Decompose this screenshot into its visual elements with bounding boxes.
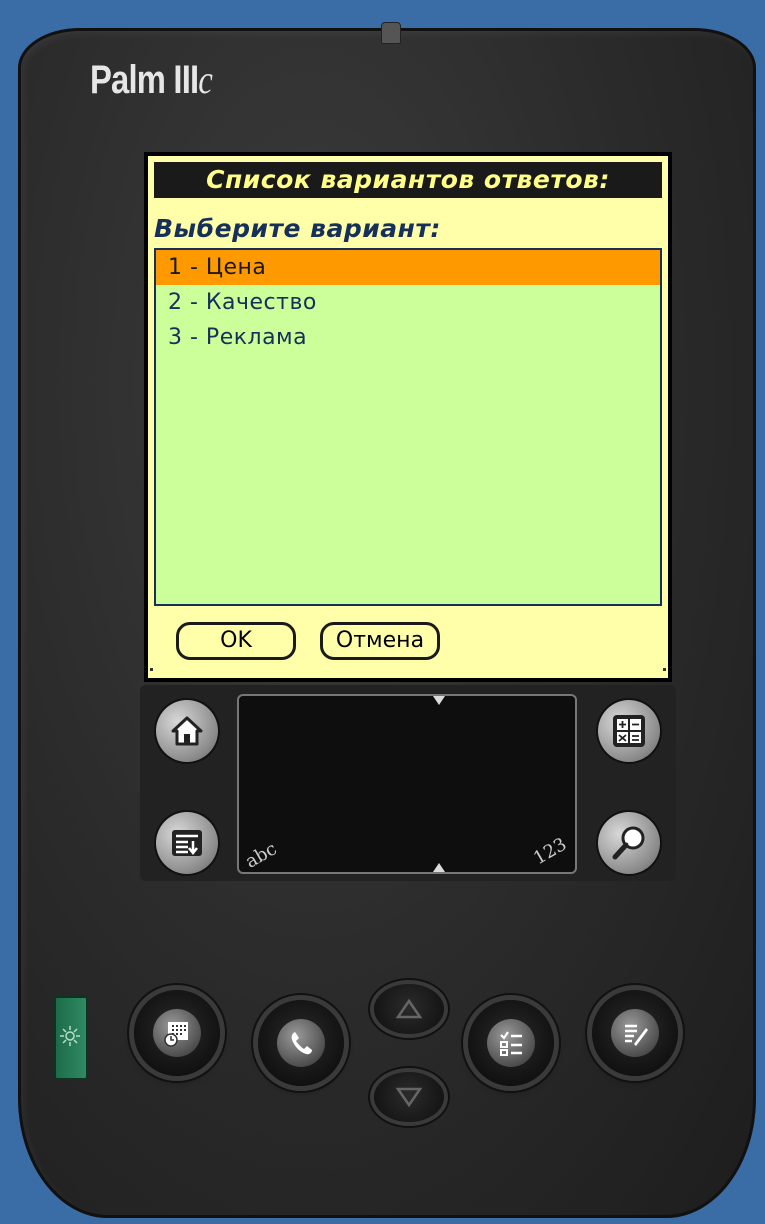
divider-top-mark bbox=[433, 696, 445, 705]
screen-corner-dot bbox=[663, 668, 666, 671]
datebook-icon bbox=[164, 1022, 188, 1047]
menu-icon bbox=[172, 830, 202, 856]
divider-bottom-mark bbox=[433, 863, 445, 872]
list-item-advertising[interactable]: 3 - Реклама bbox=[156, 320, 660, 355]
calculator-button[interactable] bbox=[598, 700, 660, 762]
dialog-prompt: Выберите вариант: bbox=[154, 214, 441, 243]
find-icon bbox=[612, 826, 645, 860]
graffiti-123-label: 123 bbox=[529, 833, 570, 870]
scroll-up-button[interactable] bbox=[374, 984, 444, 1034]
scroll-up-icon bbox=[395, 998, 423, 1019]
scroll-down-icon bbox=[395, 1087, 423, 1108]
datebook-button[interactable] bbox=[134, 990, 220, 1076]
backlight-icon bbox=[60, 1026, 80, 1046]
lcd-screen: Список вариантов ответов: Выберите вариа… bbox=[144, 152, 672, 682]
cancel-button[interactable]: Отмена bbox=[320, 622, 440, 660]
list-item-quality[interactable]: 2 - Качество bbox=[156, 285, 660, 320]
stylus-nub bbox=[381, 22, 401, 44]
home-icon bbox=[171, 716, 203, 746]
memo-button[interactable] bbox=[592, 990, 678, 1076]
list-item-price[interactable]: 1 - Цена bbox=[156, 250, 660, 285]
brand-logo: Palm IIIc bbox=[90, 57, 213, 102]
dialog-title: Список вариантов ответов: bbox=[154, 162, 662, 198]
address-phone-icon bbox=[291, 1032, 312, 1055]
find-button[interactable] bbox=[598, 812, 660, 874]
options-list[interactable]: 1 - Цена 2 - Качество 3 - Реклама bbox=[154, 248, 662, 606]
scroll-down-button[interactable] bbox=[374, 1072, 444, 1122]
menu-button[interactable] bbox=[156, 812, 218, 874]
ok-button[interactable]: OK bbox=[176, 622, 296, 660]
graffiti-input-area[interactable]: abc 123 bbox=[237, 694, 577, 874]
screen-corner-dot bbox=[150, 668, 153, 671]
todo-button[interactable] bbox=[468, 1000, 554, 1086]
todo-icon bbox=[500, 1031, 522, 1056]
memo-icon bbox=[625, 1024, 648, 1046]
calculator-icon bbox=[613, 715, 645, 747]
home-button[interactable] bbox=[156, 700, 218, 762]
power-led-port bbox=[54, 996, 88, 1080]
graffiti-abc-label: abc bbox=[241, 838, 281, 873]
address-button[interactable] bbox=[258, 1000, 344, 1086]
